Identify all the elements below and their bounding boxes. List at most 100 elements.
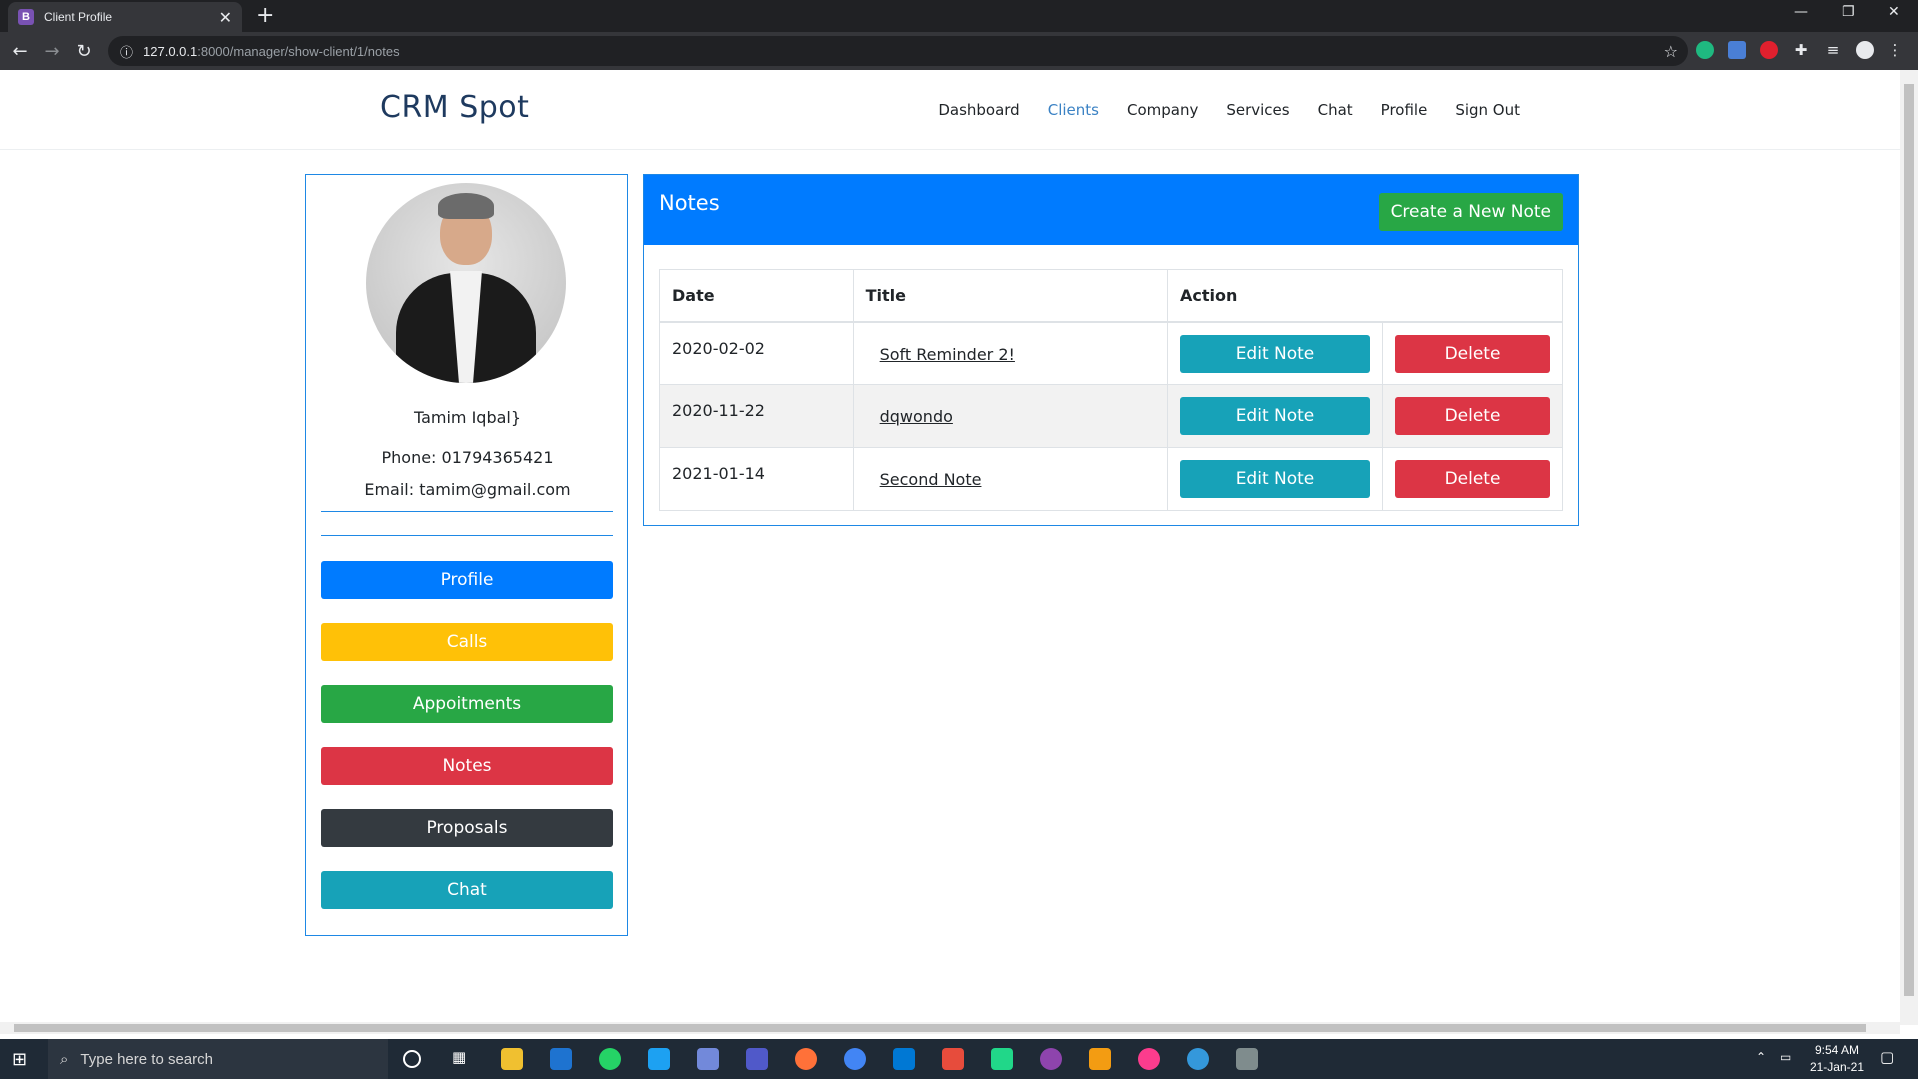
- horizontal-scrollbar[interactable]: [0, 1022, 1900, 1034]
- vscode-icon[interactable]: [893, 1048, 915, 1070]
- client-name: Tamim Iqbal}: [413, 408, 522, 427]
- tab-title: Client Profile: [44, 10, 113, 24]
- chat-button[interactable]: Chat: [321, 871, 613, 909]
- site-navbar: CRM Spot Dashboard Clients Company Servi…: [0, 70, 1900, 150]
- nav-company[interactable]: Company: [1127, 101, 1198, 119]
- client-email: Email: tamim@gmail.com: [364, 480, 571, 499]
- tray-chevron-icon[interactable]: ⌃: [1756, 1050, 1766, 1064]
- whatsapp-icon[interactable]: [599, 1048, 621, 1070]
- edit-note-button[interactable]: Edit Note: [1179, 460, 1370, 498]
- teams-icon[interactable]: [746, 1048, 768, 1070]
- minimize-icon[interactable]: —: [1794, 4, 1808, 20]
- note-date: 2020-11-22: [659, 384, 854, 448]
- nav-clients[interactable]: Clients: [1048, 101, 1099, 119]
- pycharm-icon[interactable]: [991, 1048, 1013, 1070]
- note-title-link[interactable]: Soft Reminder 2!: [866, 339, 1015, 364]
- note-title-link[interactable]: dqwondo: [866, 401, 953, 426]
- delete-note-button[interactable]: Delete: [1395, 460, 1550, 498]
- mail-icon[interactable]: [550, 1048, 572, 1070]
- vertical-scrollbar[interactable]: [1900, 70, 1918, 1025]
- edit-note-button[interactable]: Edit Note: [1179, 397, 1370, 435]
- proposals-button[interactable]: Proposals: [321, 809, 613, 847]
- notes-card-header: Notes Create a New Note: [644, 175, 1578, 245]
- browser-tab[interactable]: B Client Profile ✕: [8, 2, 242, 32]
- profile-avatar-icon[interactable]: [1856, 41, 1874, 59]
- firefox-icon[interactable]: [795, 1048, 817, 1070]
- divider: [321, 535, 613, 536]
- taskbar-search[interactable]: ⌕ Type here to search: [48, 1039, 388, 1079]
- notes-card: Notes Create a New Note Date Title Actio…: [643, 174, 1579, 526]
- note-date: 2021-01-14: [659, 447, 854, 511]
- notes-button[interactable]: Notes: [321, 747, 613, 785]
- client-phone: Phone: 01794365421: [381, 448, 554, 467]
- search-icon: ⌕: [60, 1050, 69, 1068]
- calls-button[interactable]: Calls: [321, 623, 613, 661]
- chrome-icon[interactable]: [844, 1048, 866, 1070]
- nav-profile[interactable]: Profile: [1381, 101, 1428, 119]
- browser-menu-icon[interactable]: ⋮: [1886, 41, 1904, 59]
- adblock-extension-icon[interactable]: [1760, 41, 1778, 59]
- divider: [321, 511, 613, 512]
- clock-time: 9:54 AM: [1814, 1043, 1859, 1057]
- delete-note-button[interactable]: Delete: [1395, 334, 1550, 373]
- app-icon[interactable]: [1040, 1048, 1062, 1070]
- note-date: 2020-02-02: [659, 321, 854, 385]
- create-note-button[interactable]: Create a New Note: [1378, 193, 1563, 231]
- task-view-icon[interactable]: ▦: [452, 1048, 474, 1070]
- site-info-icon[interactable]: ⓘ: [120, 42, 133, 61]
- nav-links: Dashboard Clients Company Services Chat …: [938, 101, 1520, 119]
- close-tab-icon[interactable]: ✕: [219, 8, 232, 27]
- discord-icon[interactable]: [697, 1048, 719, 1070]
- qbittorrent-icon[interactable]: [1187, 1048, 1209, 1070]
- notes-card-title: Notes: [659, 191, 720, 215]
- table-row: 2020-02-02 Soft Reminder 2! Edit Note De…: [659, 321, 1563, 385]
- itunes-icon[interactable]: [1138, 1048, 1160, 1070]
- table-row: 2020-11-22 dqwondo Edit Note Delete: [659, 384, 1563, 448]
- taskbar-clock[interactable]: 9:54 AM 21-Jan-21: [1810, 1042, 1864, 1076]
- windows-taskbar: ⊞ ⌕ Type here to search ▦ ⌃ ▭ 9:54 AM 21…: [0, 1039, 1918, 1079]
- file-explorer-icon[interactable]: [501, 1048, 523, 1070]
- office-icon[interactable]: [942, 1048, 964, 1070]
- page-content: CRM Spot Dashboard Clients Company Servi…: [0, 70, 1900, 1025]
- browser-tab-strip: B Client Profile ✕ + — ❐ ✕: [0, 0, 1918, 32]
- column-header-date: Date: [659, 269, 854, 323]
- column-header-title: Title: [852, 269, 1168, 323]
- tab-favicon-icon: B: [18, 9, 34, 25]
- appointments-button[interactable]: Appoitments: [321, 685, 613, 723]
- windows-start-icon[interactable]: ⊞: [12, 1049, 27, 1070]
- grammarly-extension-icon[interactable]: [1696, 41, 1714, 59]
- delete-note-button[interactable]: Delete: [1395, 397, 1550, 435]
- table-row: 2021-01-14 Second Note Edit Note Delete: [659, 447, 1563, 511]
- note-title-link[interactable]: Second Note: [866, 464, 982, 489]
- notes-table: Date Title Action 2020-02-02 Soft Remind…: [659, 269, 1564, 511]
- app-icon[interactable]: [1236, 1048, 1258, 1070]
- restore-icon[interactable]: ❐: [1842, 4, 1855, 20]
- nav-sign-out[interactable]: Sign Out: [1455, 101, 1520, 119]
- network-icon[interactable]: ▭: [1780, 1050, 1791, 1064]
- translate-extension-icon[interactable]: [1728, 41, 1746, 59]
- address-bar[interactable]: ⓘ 127.0.0.1:8000/manager/show-client/1/n…: [108, 36, 1688, 66]
- extensions-puzzle-icon[interactable]: ✚: [1792, 41, 1810, 59]
- edit-note-button[interactable]: Edit Note: [1179, 334, 1370, 373]
- url-path: :8000/manager/show-client/1/notes: [197, 43, 400, 59]
- client-sidebar: Tamim Iqbal} Phone: 01794365421 Email: t…: [305, 174, 628, 936]
- bookmark-star-icon[interactable]: ☆: [1664, 42, 1678, 61]
- forward-icon[interactable]: →: [36, 41, 68, 62]
- taskbar-search-placeholder: Type here to search: [80, 1050, 213, 1068]
- media-control-icon[interactable]: ≡: [1824, 41, 1842, 59]
- profile-button[interactable]: Profile: [321, 561, 613, 599]
- nav-services[interactable]: Services: [1226, 101, 1289, 119]
- xampp-icon[interactable]: [1089, 1048, 1111, 1070]
- nav-dashboard[interactable]: Dashboard: [938, 101, 1019, 119]
- notification-icon[interactable]: ▢: [1880, 1048, 1894, 1066]
- browser-toolbar: ← → ↻ ⓘ 127.0.0.1:8000/manager/show-clie…: [0, 32, 1918, 70]
- nav-chat[interactable]: Chat: [1318, 101, 1353, 119]
- brand-logo[interactable]: CRM Spot: [380, 90, 529, 125]
- reload-icon[interactable]: ↻: [68, 41, 100, 62]
- twitter-icon[interactable]: [648, 1048, 670, 1070]
- clock-date: 21-Jan-21: [1809, 1060, 1864, 1074]
- cortana-icon[interactable]: [403, 1050, 421, 1068]
- new-tab-icon[interactable]: +: [256, 3, 274, 28]
- back-icon[interactable]: ←: [4, 41, 36, 62]
- window-close-icon[interactable]: ✕: [1888, 4, 1900, 20]
